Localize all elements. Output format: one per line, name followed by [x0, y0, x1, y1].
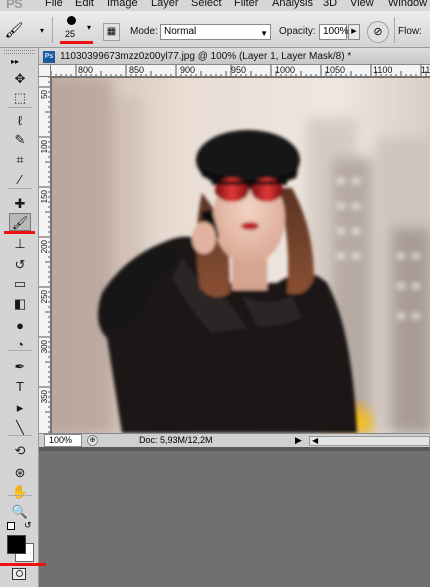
ps-file-icon: Ps: [43, 51, 55, 63]
eyedropper-icon[interactable]: ⁄: [9, 171, 31, 189]
flow-label: Flow:: [398, 26, 422, 37]
horizontal-ruler[interactable]: 800 850 900 950 1000 1050 1100 1150: [51, 65, 430, 77]
document-tab[interactable]: Ps 11030399673mzz0z00yl77.jpg @ 100% (La…: [39, 48, 430, 65]
horizontal-scrollbar[interactable]: ◀: [309, 436, 430, 446]
zoom-field[interactable]: 100%: [44, 434, 82, 447]
ruler-label: 1050: [325, 65, 346, 75]
swap-colors-icon[interactable]: ↺: [24, 520, 32, 531]
menu-3d[interactable]: 3D: [323, 0, 337, 9]
ruler-label: 100: [40, 140, 49, 154]
chevron-down-icon: ▾: [87, 23, 92, 32]
chevron-down-icon: ▼: [260, 29, 268, 38]
menu-filter[interactable]: Filter: [234, 0, 258, 9]
ruler-label: 350: [40, 390, 49, 404]
ruler-label: 900: [180, 65, 196, 75]
brush-icon[interactable]: 🖌: [9, 213, 31, 231]
opacity-input[interactable]: 100%: [319, 24, 349, 40]
ruler-label: 950: [231, 65, 247, 75]
opacity-label: Opacity:: [279, 26, 316, 37]
mode-select[interactable]: Normal ▼: [160, 24, 271, 40]
ruler-label: 50: [40, 90, 49, 99]
gradient-icon[interactable]: ◧: [9, 295, 31, 313]
lasso-icon[interactable]: ℓ: [9, 112, 31, 130]
ruler-label: 150: [40, 190, 49, 204]
history-brush-icon[interactable]: ↺: [9, 256, 31, 274]
photo-woman-on-phone: [52, 78, 430, 433]
status-options-icon[interactable]: ⊕: [87, 435, 98, 446]
tool-separator: [8, 350, 32, 351]
document-canvas[interactable]: [52, 78, 430, 433]
ruler-label: 850: [129, 65, 145, 75]
quick-mask-circle: [16, 570, 23, 577]
options-separator: [394, 17, 395, 43]
ruler-origin[interactable]: [39, 65, 51, 77]
brush-tip-icon: [67, 16, 76, 25]
menu-bar: PS File Edit Image Layer Select Filter A…: [0, 0, 430, 11]
vertical-ruler[interactable]: 50 100 150 200 250 300 350: [39, 77, 51, 433]
blur-icon[interactable]: ●: [9, 317, 31, 335]
tool-preset-dropdown-icon[interactable]: ▾: [40, 26, 44, 35]
menu-select[interactable]: Select: [191, 0, 222, 9]
options-separator: [52, 17, 53, 43]
healing-brush-icon[interactable]: ✚: [9, 195, 31, 213]
menu-layer[interactable]: Layer: [151, 0, 179, 9]
panel-grip[interactable]: [4, 50, 35, 54]
app-logo: PS: [6, 0, 23, 11]
path-select-icon[interactable]: ▸: [9, 399, 31, 417]
menu-edit[interactable]: Edit: [75, 0, 94, 9]
pen-icon[interactable]: ✒: [9, 358, 31, 376]
hand-icon[interactable]: ✋: [9, 483, 31, 501]
zoom-icon[interactable]: 🔍: [9, 503, 31, 521]
status-menu-arrow-icon[interactable]: ▶: [295, 435, 302, 446]
tool-separator: [8, 188, 32, 189]
ruler-label: 250: [40, 290, 49, 304]
menu-view[interactable]: View: [350, 0, 374, 9]
menu-window[interactable]: Window: [388, 0, 427, 9]
scroll-left-icon[interactable]: ◀: [312, 436, 318, 445]
ruler-label: 1150: [421, 65, 430, 75]
dodge-icon[interactable]: ◔: [9, 336, 31, 354]
opacity-value: 100%: [323, 26, 349, 37]
status-bar: 100% ⊕ Doc: 5,93M/12,2M ▶ ◀: [39, 433, 430, 447]
mode-label: Mode:: [130, 26, 158, 37]
options-bar: 🖌 ▾ 25 ▾ ▦ Mode: Normal ▼ Opacity: 100% …: [0, 11, 430, 48]
ruler-label: 200: [40, 240, 49, 254]
menu-file[interactable]: File: [45, 0, 63, 9]
tablet-pressure-opacity-icon[interactable]: ⊘: [367, 21, 389, 43]
ruler-label: 800: [78, 65, 94, 75]
color-swatch-highlight-mark: [0, 563, 46, 566]
move-icon[interactable]: ✥: [9, 70, 31, 88]
tool-separator: [8, 107, 32, 108]
default-colors-icon[interactable]: [7, 522, 15, 530]
ruler-label: 1100: [373, 65, 393, 75]
eraser-icon[interactable]: ▭: [9, 275, 31, 293]
quick-select-icon[interactable]: ✎: [9, 131, 31, 149]
type-icon[interactable]: T: [9, 378, 31, 396]
menu-analysis[interactable]: Analysis: [272, 0, 313, 9]
brush-size: 25: [65, 29, 76, 39]
opacity-slider-arrow-icon[interactable]: ▶: [348, 24, 360, 40]
ruler-label: 1000: [275, 65, 296, 75]
tool-separator: [8, 435, 32, 436]
crop-icon[interactable]: ⌗: [9, 151, 31, 169]
ruler-label: 300: [40, 340, 49, 354]
brush-panel-toggle-icon[interactable]: ▦: [103, 23, 120, 41]
menu-image[interactable]: Image: [107, 0, 138, 9]
3d-orbit-icon[interactable]: ⊛: [9, 464, 31, 482]
quick-mask-icon[interactable]: [12, 568, 26, 580]
ruler-ticks: [39, 77, 50, 433]
3d-rotate-icon[interactable]: ⟲: [9, 442, 31, 460]
mode-value: Normal: [164, 26, 197, 37]
expand-panel-icon[interactable]: ▸▸: [11, 57, 19, 66]
document-title: 11030399673mzz0z00yl77.jpg @ 100% (Layer…: [60, 51, 352, 62]
tool-preset-brush-icon[interactable]: 🖌: [4, 21, 24, 43]
document-size-info: Doc: 5,93M/12,2M: [139, 435, 213, 445]
marquee-icon[interactable]: ⬚: [9, 89, 31, 107]
tool-separator: [8, 495, 32, 496]
clone-stamp-icon[interactable]: ⊥: [9, 235, 31, 253]
workspace-shadow: [39, 447, 430, 451]
brush-highlight-mark: [60, 41, 93, 44]
foreground-color-swatch[interactable]: [7, 535, 26, 554]
